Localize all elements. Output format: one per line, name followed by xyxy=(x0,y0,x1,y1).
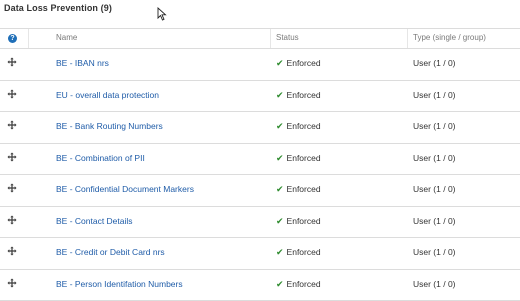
mouse-cursor-icon xyxy=(157,7,167,21)
status-text: Enforced xyxy=(287,58,321,68)
status-text: Enforced xyxy=(287,184,321,194)
status-cell: ✔Enforced xyxy=(276,184,321,195)
drag-handle-icon[interactable] xyxy=(7,215,17,225)
drag-handle-icon[interactable] xyxy=(7,120,17,130)
table-row[interactable]: BE - Bank Routing Numbers ✔Enforced User… xyxy=(0,112,520,144)
rule-name-link[interactable]: BE - Credit or Debit Card nrs xyxy=(56,247,165,257)
type-cell: User (1 / 0) xyxy=(413,58,456,68)
column-divider xyxy=(407,29,408,48)
table-header: ? Name Status Type (single / group) xyxy=(0,29,520,49)
column-header-status[interactable]: Status xyxy=(276,33,299,42)
drag-handle-icon[interactable] xyxy=(7,152,17,162)
type-cell: User (1 / 0) xyxy=(413,184,456,194)
checkmark-icon: ✔ xyxy=(276,184,284,194)
type-cell: User (1 / 0) xyxy=(413,153,456,163)
status-cell: ✔Enforced xyxy=(276,279,321,290)
type-cell: User (1 / 0) xyxy=(413,247,456,257)
rule-name-link[interactable]: BE - Person Identifation Numbers xyxy=(56,279,183,289)
checkmark-icon: ✔ xyxy=(276,58,284,68)
checkmark-icon: ✔ xyxy=(276,121,284,131)
status-text: Enforced xyxy=(287,216,321,226)
rule-name-link[interactable]: BE - Contact Details xyxy=(56,216,133,226)
column-header-type[interactable]: Type (single / group) xyxy=(413,33,486,42)
status-cell: ✔Enforced xyxy=(276,58,321,69)
checkmark-icon: ✔ xyxy=(276,279,284,289)
drag-handle-icon[interactable] xyxy=(7,57,17,67)
rule-name-link[interactable]: BE - Confidential Document Markers xyxy=(56,184,194,194)
dlp-rules-table: ? Name Status Type (single / group) BE -… xyxy=(0,28,520,301)
status-cell: ✔Enforced xyxy=(276,90,321,101)
checkmark-icon: ✔ xyxy=(276,153,284,163)
type-cell: User (1 / 0) xyxy=(413,216,456,226)
column-header-name[interactable]: Name xyxy=(56,33,77,42)
drag-handle-icon[interactable] xyxy=(7,246,17,256)
drag-handle-icon[interactable] xyxy=(7,183,17,193)
column-divider xyxy=(28,29,29,48)
table-row[interactable]: EU - overall data protection ✔Enforced U… xyxy=(0,81,520,113)
status-text: Enforced xyxy=(287,279,321,289)
status-text: Enforced xyxy=(287,121,321,131)
status-cell: ✔Enforced xyxy=(276,121,321,132)
table-row[interactable]: BE - Combination of PII ✔Enforced User (… xyxy=(0,144,520,176)
table-row[interactable]: BE - Contact Details ✔Enforced User (1 /… xyxy=(0,207,520,239)
table-row[interactable]: BE - Person Identifation Numbers ✔Enforc… xyxy=(0,270,520,301)
type-cell: User (1 / 0) xyxy=(413,90,456,100)
status-cell: ✔Enforced xyxy=(276,153,321,164)
rule-name-link[interactable]: BE - Combination of PII xyxy=(56,153,145,163)
table-row[interactable]: BE - IBAN nrs ✔Enforced User (1 / 0) xyxy=(0,49,520,81)
rule-name-link[interactable]: BE - IBAN nrs xyxy=(56,58,109,68)
checkmark-icon: ✔ xyxy=(276,216,284,226)
drag-handle-icon[interactable] xyxy=(7,278,17,288)
status-text: Enforced xyxy=(287,90,321,100)
section-title: Data Loss Prevention (9) xyxy=(4,3,112,13)
checkmark-icon: ✔ xyxy=(276,247,284,257)
table-row[interactable]: BE - Credit or Debit Card nrs ✔Enforced … xyxy=(0,238,520,270)
checkmark-icon: ✔ xyxy=(276,90,284,100)
rule-name-link[interactable]: BE - Bank Routing Numbers xyxy=(56,121,163,131)
status-cell: ✔Enforced xyxy=(276,216,321,227)
status-text: Enforced xyxy=(287,153,321,163)
table-row[interactable]: BE - Confidential Document Markers ✔Enfo… xyxy=(0,175,520,207)
status-text: Enforced xyxy=(287,247,321,257)
table-body: BE - IBAN nrs ✔Enforced User (1 / 0) EU … xyxy=(0,49,520,301)
help-icon[interactable]: ? xyxy=(8,34,17,43)
drag-handle-icon[interactable] xyxy=(7,89,17,99)
rule-name-link[interactable]: EU - overall data protection xyxy=(56,90,159,100)
type-cell: User (1 / 0) xyxy=(413,121,456,131)
type-cell: User (1 / 0) xyxy=(413,279,456,289)
status-cell: ✔Enforced xyxy=(276,247,321,258)
column-divider xyxy=(270,29,271,48)
